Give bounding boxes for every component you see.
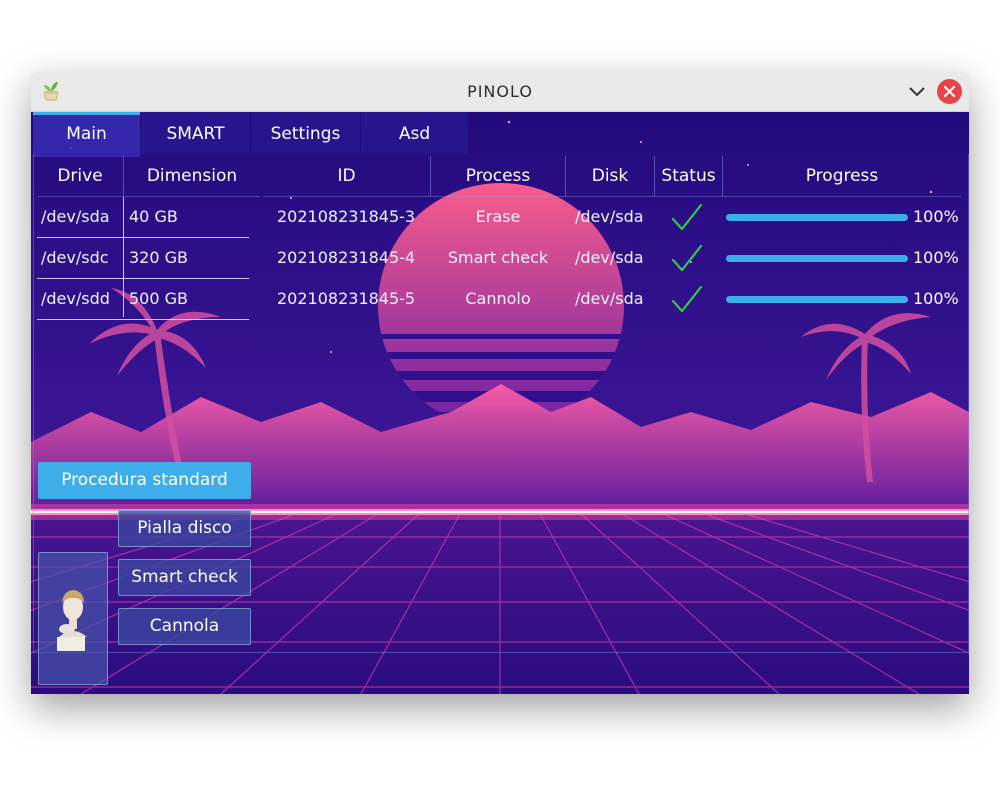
id-cell: 202108231845-5: [277, 289, 416, 308]
window-title: PINOLO: [467, 82, 533, 101]
progress-label: 100%: [913, 248, 959, 267]
column-header-disk[interactable]: Disk: [566, 156, 655, 197]
close-icon: [943, 85, 956, 98]
drive-cell: /dev/sdc: [41, 248, 109, 267]
column-header-dimension[interactable]: Dimension: [124, 156, 260, 197]
process-cell: Erase: [475, 207, 521, 226]
progress-bar: [726, 214, 908, 221]
drive-cell: /dev/sda: [41, 207, 110, 226]
tab-smart[interactable]: SMART: [141, 112, 250, 154]
process-cell: Smart check: [447, 248, 549, 267]
bust-statue-icon: [57, 590, 87, 651]
column-header-progress[interactable]: Progress: [723, 156, 961, 197]
progress-label: 100%: [913, 289, 959, 308]
column-header-drive[interactable]: Drive: [37, 156, 124, 197]
column-header-id[interactable]: ID: [263, 156, 431, 197]
progress-bar: [726, 255, 908, 262]
bust-image-panel: [38, 552, 108, 685]
process-cell: Cannolo: [465, 289, 531, 308]
title-bar[interactable]: PINOLO: [31, 72, 969, 112]
dimension-cell: 320 GB: [129, 248, 188, 267]
id-cell: 202108231845-3: [277, 207, 416, 226]
standard-procedure-button[interactable]: Procedura standard: [38, 462, 251, 499]
check-icon: [671, 285, 703, 313]
tab-settings[interactable]: Settings: [251, 112, 360, 154]
check-icon: [671, 244, 703, 272]
smart-check-button[interactable]: Smart check: [118, 559, 251, 596]
progress-label: 100%: [913, 207, 959, 226]
progress-bar: [726, 296, 908, 303]
tab-main[interactable]: Main: [33, 112, 140, 157]
check-icon: [671, 203, 703, 231]
main-content: Main SMART Settings Asd Drive Dimension …: [31, 112, 969, 694]
id-cell: 202108231845-4: [277, 248, 416, 267]
disk-cell: /dev/sda: [575, 248, 644, 267]
wipe-disk-button[interactable]: Pialla disco: [118, 510, 251, 547]
dimension-cell: 40 GB: [129, 207, 178, 226]
column-header-process[interactable]: Process: [431, 156, 566, 197]
chevron-down-icon[interactable]: [906, 80, 928, 102]
disk-cell: /dev/sda: [575, 289, 644, 308]
cannola-button[interactable]: Cannola: [118, 608, 251, 645]
tab-asd[interactable]: Asd: [361, 112, 468, 154]
tab-bar: Main SMART Settings Asd: [33, 112, 967, 157]
disk-cell: /dev/sda: [575, 207, 644, 226]
column-header-status[interactable]: Status: [655, 156, 723, 197]
close-button[interactable]: [937, 79, 962, 104]
drive-cell: /dev/sdd: [41, 289, 110, 308]
app-window: PINOLO Main SMART Settings Asd Drive Dim…: [31, 72, 969, 694]
dimension-cell: 500 GB: [129, 289, 188, 308]
